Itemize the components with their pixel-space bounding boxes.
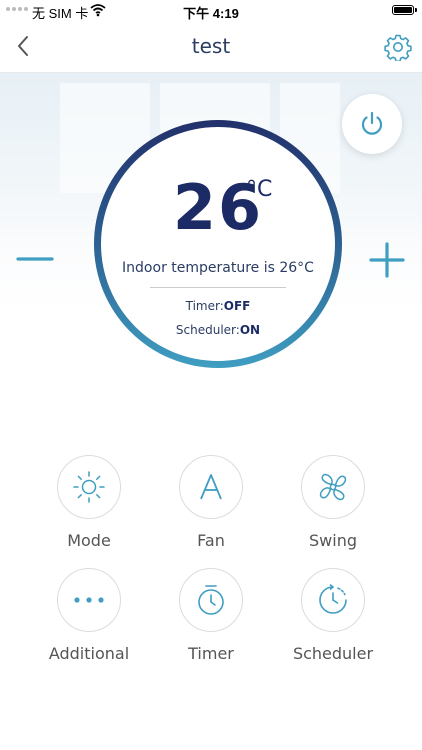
timer-status-label: Timer:	[185, 299, 224, 313]
scheduler-label: Scheduler	[292, 644, 374, 663]
mode-button-circle[interactable]	[57, 455, 121, 519]
timer-status-value: OFF	[223, 299, 251, 313]
gear-icon[interactable]	[384, 33, 412, 61]
timer-button[interactable]: Timer	[156, 568, 266, 663]
scheduler-button[interactable]: Scheduler	[278, 568, 388, 663]
clock-schedule-icon	[319, 584, 347, 614]
mode-label: Mode	[67, 531, 111, 550]
sun-icon	[73, 471, 105, 503]
additional-button-circle[interactable]	[57, 568, 121, 632]
navigation-bar: test	[0, 22, 422, 73]
timer-label: Timer	[188, 644, 234, 663]
timer-status: Timer:OFF	[101, 299, 335, 313]
increase-temperature-button[interactable]	[368, 241, 406, 279]
temperature-unit: °C	[246, 177, 273, 202]
swing-label: Swing	[309, 531, 357, 550]
scheduler-status: Scheduler:ON	[101, 323, 335, 337]
decrease-temperature-button[interactable]	[16, 248, 54, 270]
fan-button[interactable]: Fan	[156, 455, 266, 550]
letter-a-icon	[200, 474, 222, 500]
power-icon	[361, 111, 383, 135]
swing-button[interactable]: Swing	[278, 455, 388, 550]
stopwatch-icon	[198, 585, 224, 615]
scheduler-status-label: Scheduler:	[175, 323, 240, 337]
status-bar: 无 SIM 卡 下午 4:19	[0, 0, 422, 22]
scheduler-button-circle[interactable]	[301, 568, 365, 632]
clock-time: 下午 4:19	[183, 6, 239, 21]
set-temperature: 26	[172, 171, 264, 244]
more-dots-icon	[74, 597, 104, 603]
indoor-temperature-text: Indoor temperature is 26°C	[122, 260, 314, 276]
battery-icon	[392, 5, 417, 15]
fan-icon	[319, 473, 347, 501]
scheduler-status-value: ON	[239, 323, 261, 337]
fan-button-circle[interactable]	[179, 455, 243, 519]
additional-button[interactable]: Additional	[34, 568, 144, 663]
page-title: test	[191, 34, 231, 58]
swing-button-circle[interactable]	[301, 455, 365, 519]
fan-label: Fan	[197, 531, 225, 550]
mode-button[interactable]: Mode	[34, 455, 144, 550]
timer-button-circle[interactable]	[179, 568, 243, 632]
additional-label: Additional	[48, 644, 130, 663]
temperature-dial: 26 °C Indoor temperature is 26°C Timer:O…	[94, 120, 342, 368]
power-button[interactable]	[342, 94, 402, 154]
divider	[150, 287, 286, 288]
